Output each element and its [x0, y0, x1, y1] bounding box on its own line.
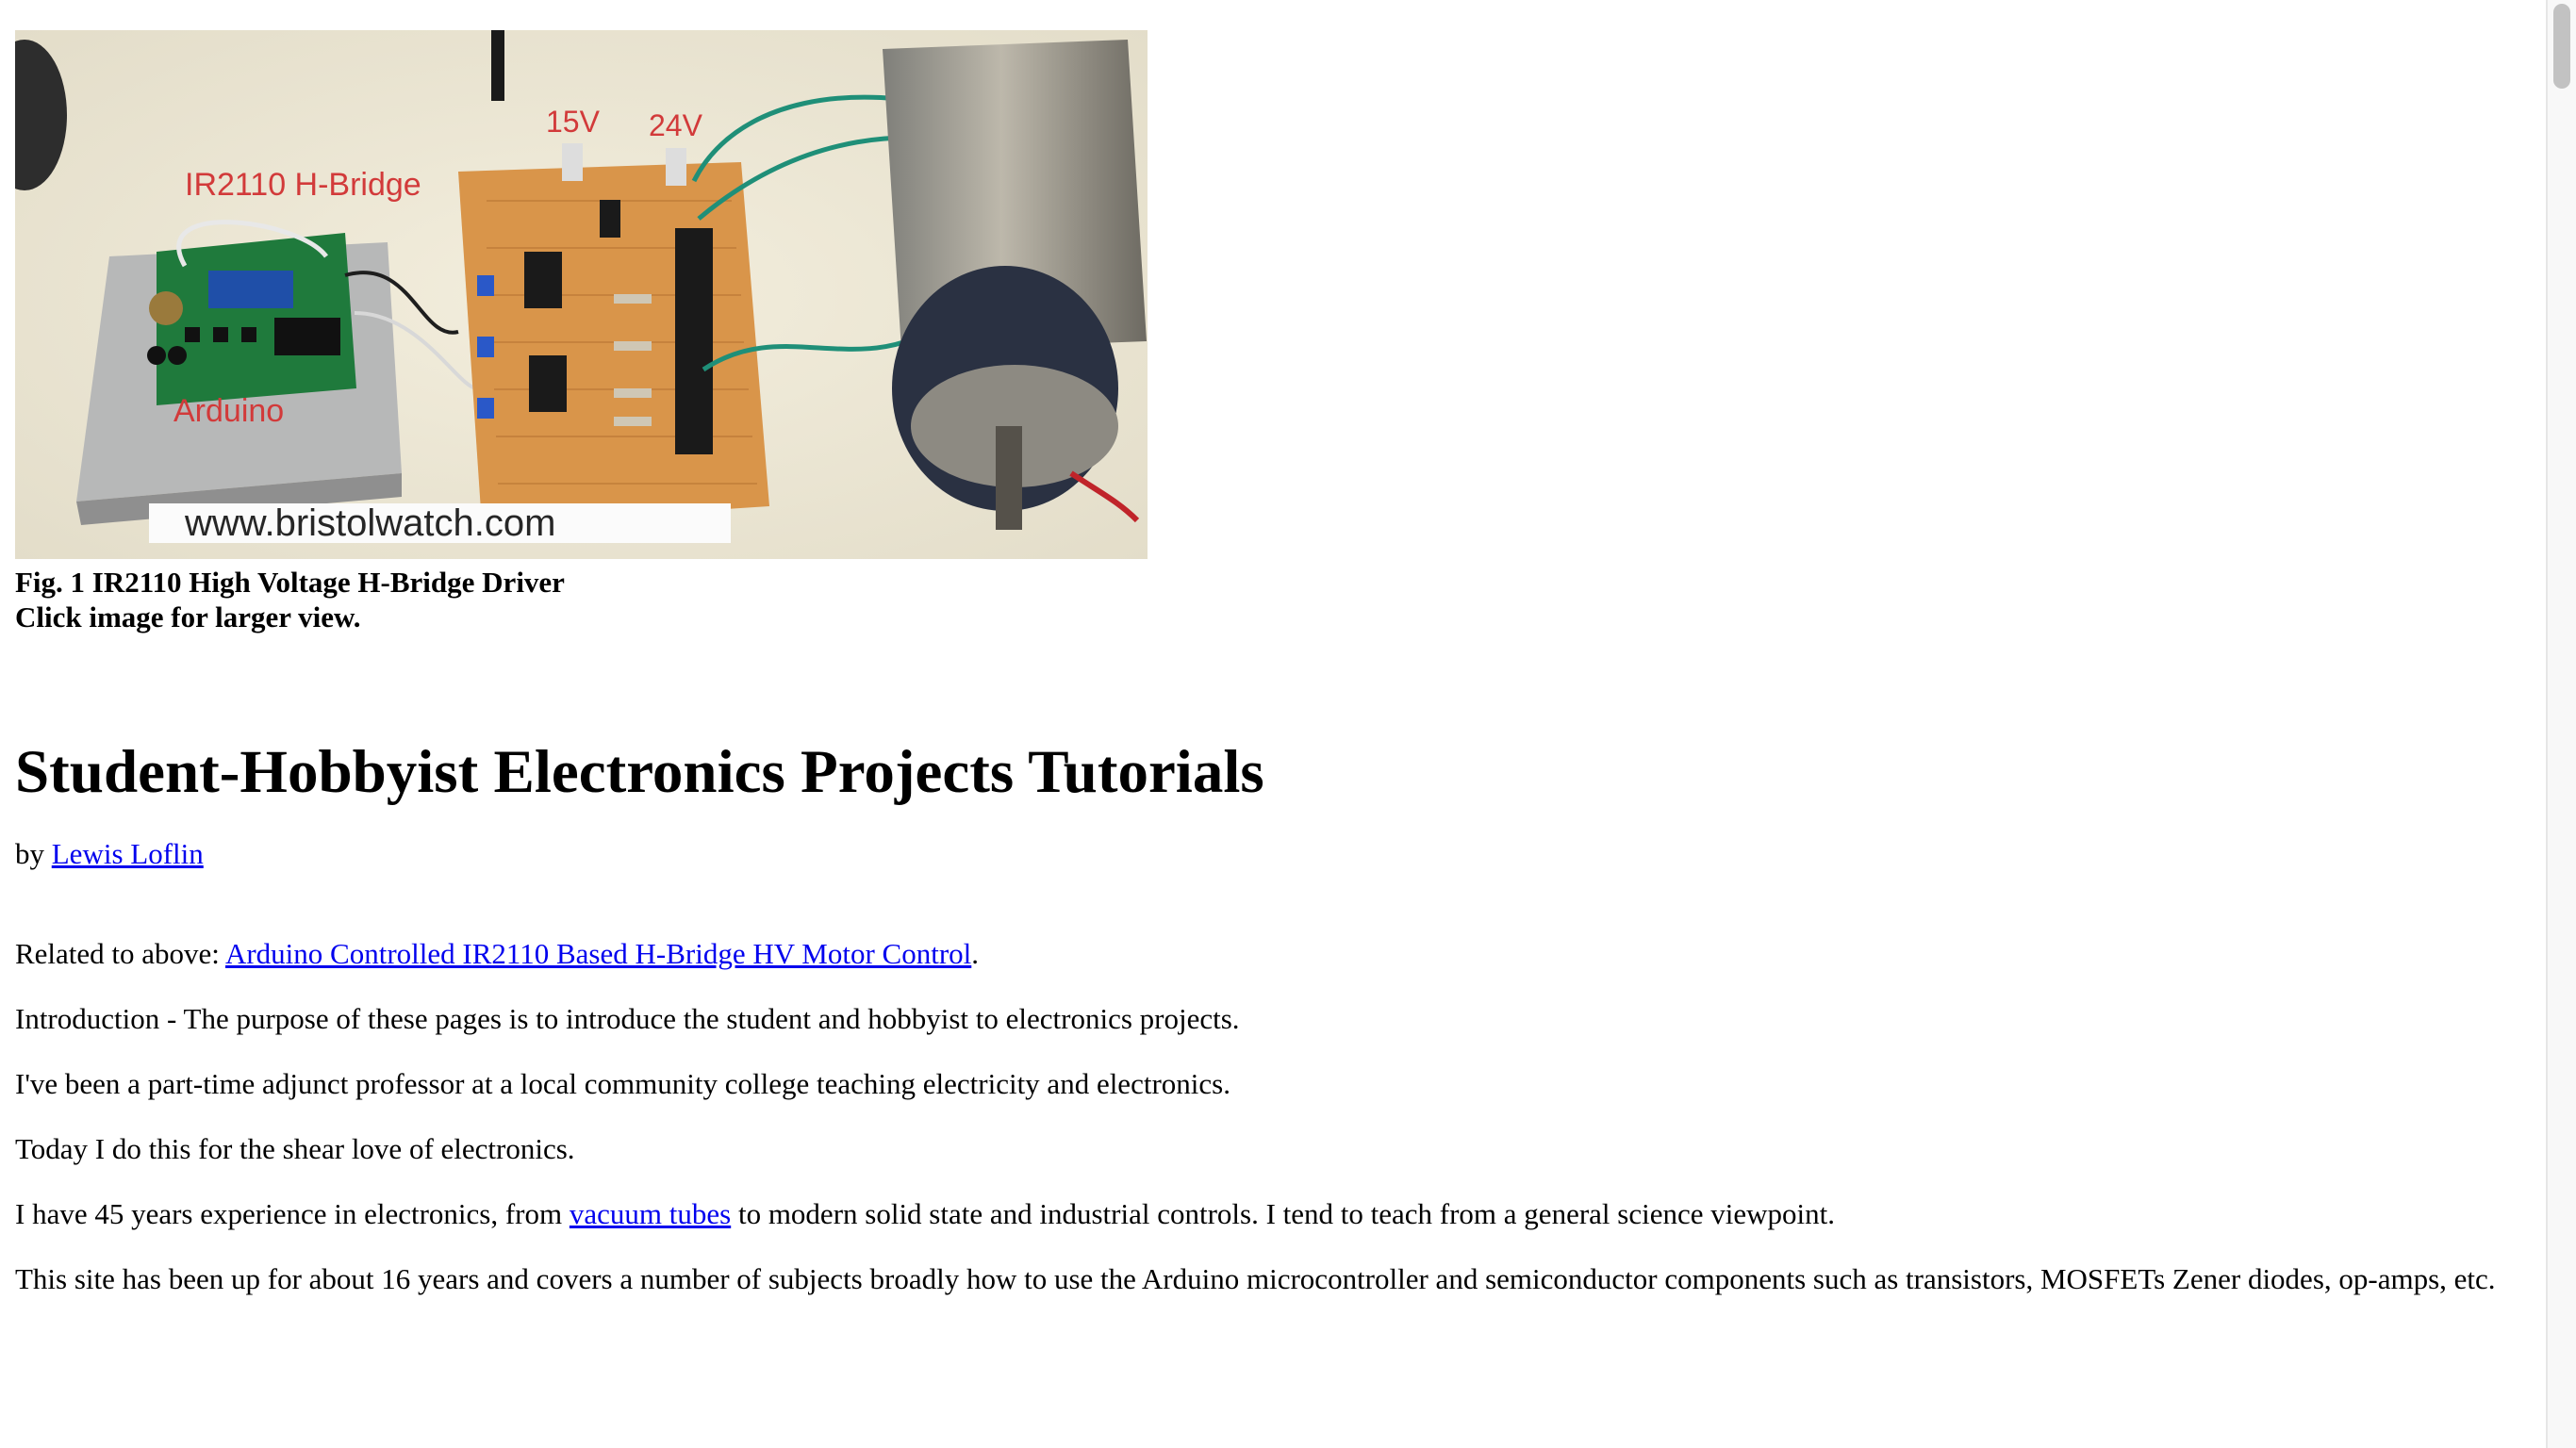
figure-caption: Fig. 1 IR2110 High Voltage H-Bridge Driv…: [15, 565, 2523, 634]
author-link[interactable]: Lewis Loflin: [52, 837, 204, 870]
caption-line-hint: Click image for larger view.: [15, 601, 361, 634]
h-bridge-figure-image[interactable]: IR2110 H-Bridge Arduino 15V 24V www.bris…: [15, 30, 1148, 559]
love-paragraph: Today I do this for the shear love of el…: [15, 1132, 575, 1165]
related-prefix: Related to above:: [15, 937, 225, 970]
vertical-scrollbar[interactable]: [2546, 0, 2576, 1448]
page-title: Student-Hobbyist Electronics Projects Tu…: [15, 738, 1264, 806]
experience-paragraph: I have 45 years experience in electronic…: [15, 1196, 2523, 1231]
byline-prefix: by: [15, 837, 52, 870]
scrollbar-thumb[interactable]: [2553, 4, 2570, 89]
related-article-link[interactable]: Arduino Controlled IR2110 Based H-Bridge…: [225, 937, 971, 970]
vacuum-tubes-link[interactable]: vacuum tubes: [570, 1197, 731, 1230]
related-suffix: .: [971, 937, 980, 970]
byline: by Lewis Loflin: [15, 836, 2523, 871]
voltage-24v-label: 24V: [649, 108, 703, 142]
experience-after: to modern solid state and industrial con…: [731, 1197, 1835, 1230]
arduino-chip: [208, 271, 293, 308]
arduino-label: Arduino: [173, 393, 284, 429]
page-content: IR2110 H-Bridge Arduino 15V 24V www.bris…: [15, 30, 2523, 1296]
experience-before: I have 45 years experience in electronic…: [15, 1197, 570, 1230]
adjunct-paragraph: I've been a part-time adjunct professor …: [15, 1067, 1230, 1100]
caption-line-title: Fig. 1 IR2110 High Voltage H-Bridge Driv…: [15, 566, 565, 599]
intro-paragraph: Introduction - The purpose of these page…: [15, 1002, 1240, 1035]
site-paragraph: This site has been up for about 16 years…: [15, 1262, 2496, 1295]
h-bridge-photo: IR2110 H-Bridge Arduino 15V 24V www.bris…: [15, 30, 1148, 559]
h-bridge-label: IR2110 H-Bridge: [185, 167, 421, 203]
voltage-15v-label: 15V: [546, 105, 601, 139]
related-paragraph: Related to above: Arduino Controlled IR2…: [15, 936, 2523, 971]
watermark-label: www.bristolwatch.com: [184, 502, 555, 544]
